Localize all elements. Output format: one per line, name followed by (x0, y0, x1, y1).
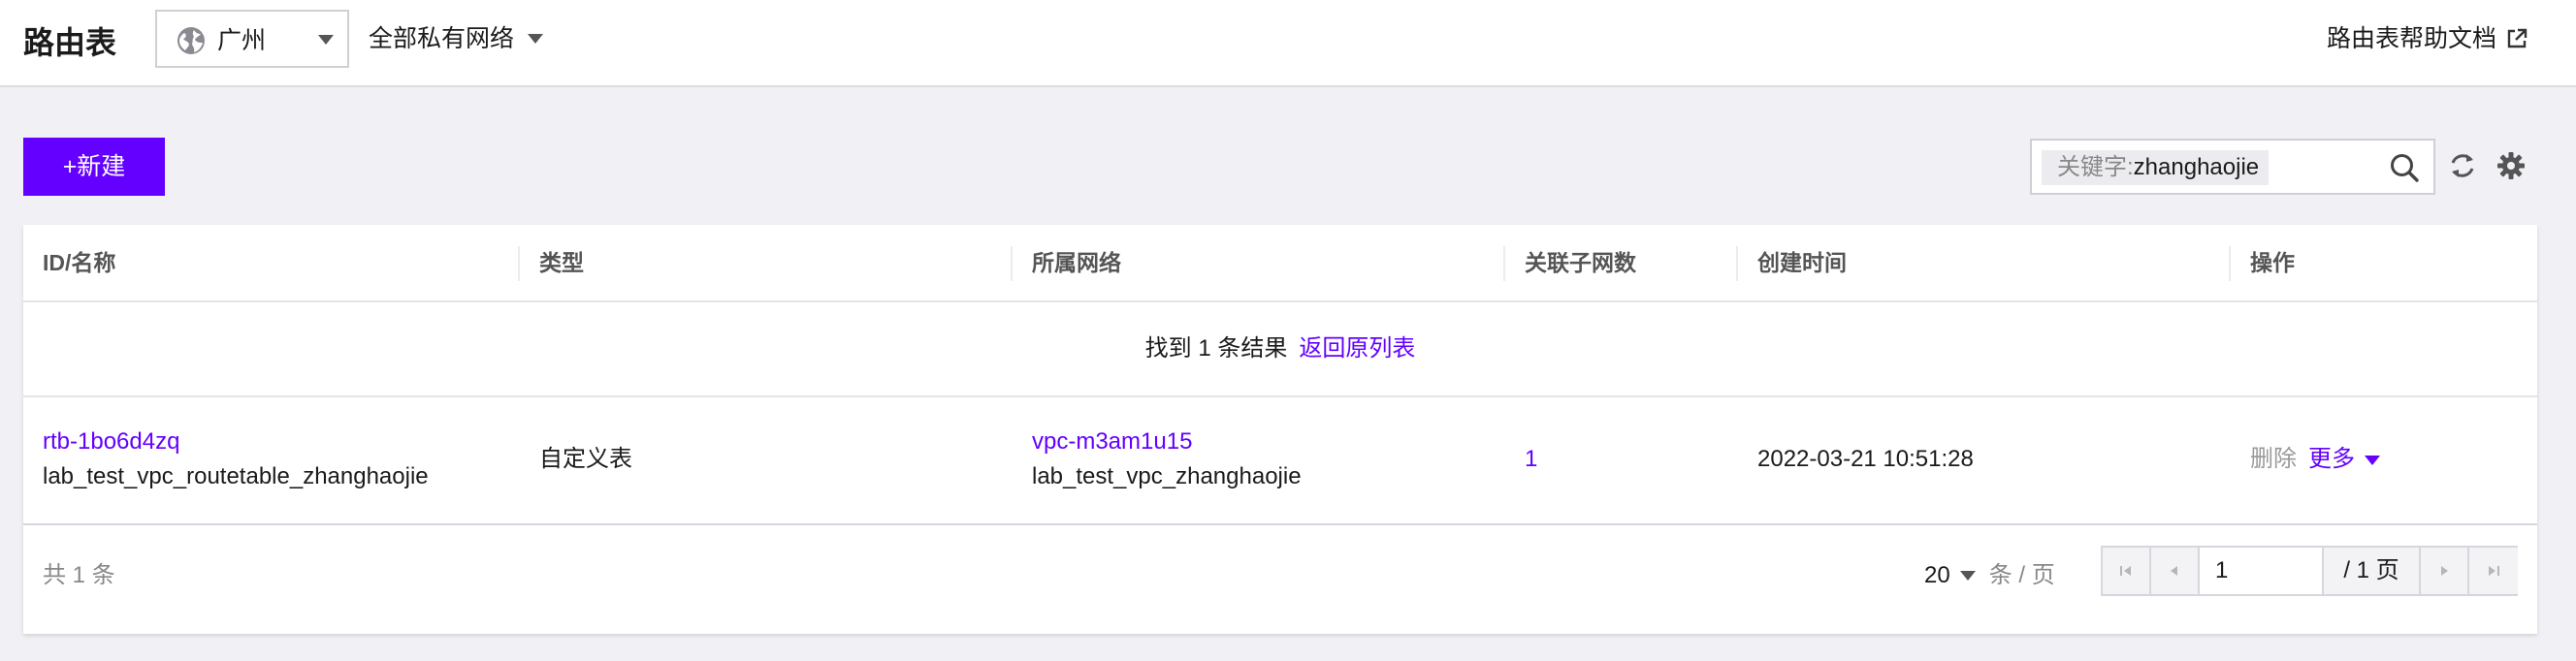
column-header-vpc: 所属网络 (1032, 250, 1121, 275)
total-count: 共 1 条 (43, 562, 115, 588)
help-doc-label: 路由表帮助文档 (2326, 25, 2496, 52)
vpc-filter-label: 全部私有网络 (369, 25, 515, 52)
page-size-value: 20 (1924, 562, 1950, 588)
page-header: 路由表 广州 全部私有网络 路由表帮助文档 (0, 0, 2576, 87)
search-icon[interactable] (2389, 152, 2420, 183)
create-button[interactable]: +新建 (23, 138, 165, 196)
table-row: rtb-1bo6d4zq lab_test_vpc_routetable_zha… (23, 397, 2537, 525)
more-actions-label: 更多 (2308, 446, 2355, 472)
chevron-down-icon (1959, 571, 1976, 581)
search-result-notice: 找到 1 条结果 返回原列表 (23, 302, 2537, 397)
vpc-name: lab_test_vpc_zhanghaojie (1032, 463, 1302, 489)
gear-icon[interactable] (2496, 151, 2526, 180)
pagination: / 1 页 (2101, 546, 2518, 596)
subnet-count-link[interactable]: 1 (1525, 442, 1537, 477)
help-doc-link[interactable]: 路由表帮助文档 (2327, 21, 2528, 56)
region-label: 广州 (217, 27, 267, 54)
last-page-icon (2489, 566, 2499, 576)
search-tag-value: zhanghaojie (2133, 154, 2260, 180)
route-table-type: 自定义表 (539, 446, 632, 472)
globe-icon (177, 27, 205, 54)
column-header-subnet-count: 关联子网数 (1525, 250, 1636, 275)
column-header-type: 类型 (539, 250, 584, 275)
refresh-icon[interactable] (2448, 151, 2477, 180)
route-table-name: lab_test_vpc_routetable_zhanghaojie (43, 463, 429, 489)
column-header-actions: 操作 (2250, 250, 2295, 275)
back-to-list-link[interactable]: 返回原列表 (1299, 335, 1415, 362)
created-time: 2022-03-21 10:51:28 (1757, 446, 1974, 472)
chevron-down-icon (2365, 455, 2380, 465)
page-number-input[interactable] (2200, 548, 2324, 594)
route-table-list: ID/名称 类型 所属网络 关联子网数 创建时间 操作 找到 1 条结果 返回原列… (23, 225, 2537, 634)
more-actions-dropdown[interactable]: 更多 (2308, 442, 2380, 477)
column-header-id-name: ID/名称 (43, 250, 116, 275)
chevron-down-icon (318, 35, 334, 45)
column-header-created: 创建时间 (1757, 250, 1847, 275)
search-box[interactable]: 关键字: zhanghaojie (2030, 139, 2435, 195)
last-page-button[interactable] (2469, 548, 2518, 594)
search-tag-key: 关键字: (2057, 154, 2134, 180)
result-count-text: 找到 1 条结果 (1144, 335, 1288, 362)
chevron-left-icon (2171, 566, 2177, 576)
delete-button[interactable]: 删除 (2250, 442, 2297, 477)
first-page-icon (2120, 566, 2131, 576)
table-header: ID/名称 类型 所属网络 关联子网数 创建时间 操作 (23, 225, 2537, 302)
page-size-select[interactable]: 20 条 / 页 (1924, 558, 2055, 593)
total-pages: / 1 页 (2324, 548, 2421, 594)
vpc-filter-dropdown[interactable]: 全部私有网络 (369, 21, 544, 56)
chevron-down-icon (528, 34, 544, 44)
page-size-unit: 条 / 页 (1988, 562, 2055, 588)
first-page-button[interactable] (2103, 548, 2151, 594)
prev-page-button[interactable] (2151, 548, 2200, 594)
vpc-id-link[interactable]: vpc-m3am1u15 (1032, 425, 1192, 459)
next-page-button[interactable] (2421, 548, 2469, 594)
external-link-icon (2507, 28, 2528, 48)
search-filter-tag[interactable]: 关键字: zhanghaojie (2042, 150, 2269, 185)
chevron-right-icon (2441, 566, 2448, 576)
route-table-id-link[interactable]: rtb-1bo6d4zq (43, 425, 179, 459)
page-title: 路由表 (23, 25, 117, 60)
region-select[interactable]: 广州 (155, 10, 349, 68)
